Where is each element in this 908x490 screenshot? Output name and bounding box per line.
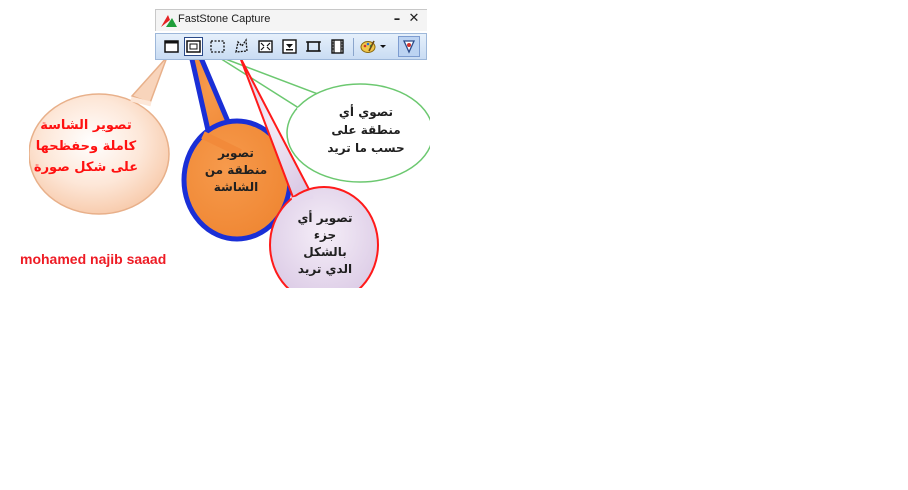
- capture-active-window-icon: [164, 40, 179, 53]
- close-button[interactable]: ✕: [407, 11, 421, 27]
- callouts-layer: [0, 43, 470, 318]
- capture-toolbar: [155, 33, 427, 60]
- capture-window-object-icon: [186, 40, 201, 53]
- callout-any-area-text: تصوي أي منطقة على حسب ما تريد: [327, 105, 405, 155]
- capture-scrolling-window-icon: [282, 39, 297, 54]
- capture-active-window-button[interactable]: [162, 37, 181, 56]
- screenshot-canvas: FastStone Capture – ✕ تصوير الشاسة كاملة…: [0, 0, 908, 490]
- output-options-button[interactable]: [359, 37, 387, 56]
- capture-freehand-region-button[interactable]: [232, 37, 251, 56]
- screen-recorder-icon: [331, 39, 344, 54]
- callout-screen-region-text: تصوير منطقة من الشاشة: [204, 146, 268, 194]
- screen-recorder-button[interactable]: [328, 37, 347, 56]
- minimize-button[interactable]: –: [390, 12, 404, 28]
- settings-button[interactable]: [398, 36, 420, 57]
- window-title: FastStone Capture: [178, 13, 271, 25]
- output-options-icon: [360, 40, 386, 53]
- capture-fixed-region-button[interactable]: [304, 37, 323, 56]
- capture-window-object-button[interactable]: [184, 37, 203, 56]
- toolbar-separator: [353, 38, 354, 56]
- callout-any-part-text: تصوير أي جزء بالشكل الدي تريد: [297, 211, 353, 276]
- capture-scrolling-window-button[interactable]: [280, 37, 299, 56]
- faststone-capture-window: FastStone Capture – ✕: [155, 9, 427, 61]
- callout-full-screen-text: تصوير الشاسة كاملة وحفظحها على شكل صورة: [33, 118, 139, 175]
- settings-icon: [402, 40, 416, 54]
- title-bar: FastStone Capture – ✕: [155, 9, 427, 31]
- author-credit: mohamed najib saaad: [20, 251, 167, 267]
- capture-full-screen-button[interactable]: [256, 37, 275, 56]
- capture-full-screen-icon: [258, 40, 273, 53]
- capture-fixed-region-icon: [306, 41, 321, 52]
- capture-freehand-region-icon: [235, 38, 248, 53]
- capture-rectangular-region-button[interactable]: [208, 37, 227, 56]
- capture-rectangular-region-icon: [210, 40, 225, 53]
- faststone-logo-icon: [161, 15, 177, 27]
